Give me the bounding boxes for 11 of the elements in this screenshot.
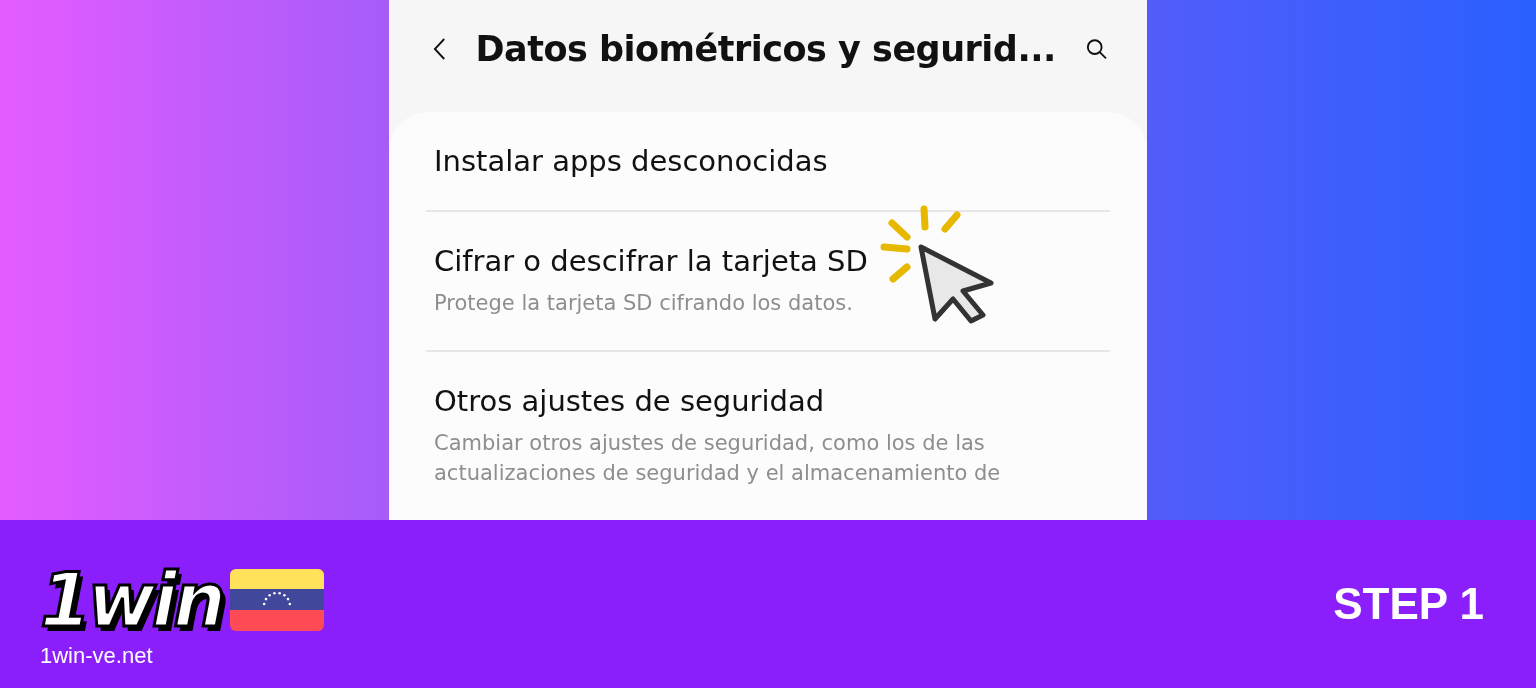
setting-title[interactable]: Cifrar o descifrar la tarjeta SD <box>434 244 1102 278</box>
flag-icon <box>229 569 324 631</box>
step-label: STEP 1 <box>1333 579 1484 629</box>
setting-title[interactable]: Instalar apps desconocidas <box>434 144 1102 178</box>
screen-title: Datos biométricos y segurid... <box>475 29 1056 69</box>
setting-description: Protege la tarjeta SD cifrando los datos. <box>434 290 854 317</box>
site-address: 1win-ve.net <box>40 643 154 669</box>
setting-description: actualizaciones de seguridad y el almacenamiento de <box>434 460 1002 487</box>
setting-title[interactable]: Otros ajustes de seguridad <box>434 384 1102 418</box>
brand-logo: 1win <box>40 563 222 637</box>
setting-description: Cambiar otros ajustes de seguridad, como los de las <box>434 430 986 457</box>
